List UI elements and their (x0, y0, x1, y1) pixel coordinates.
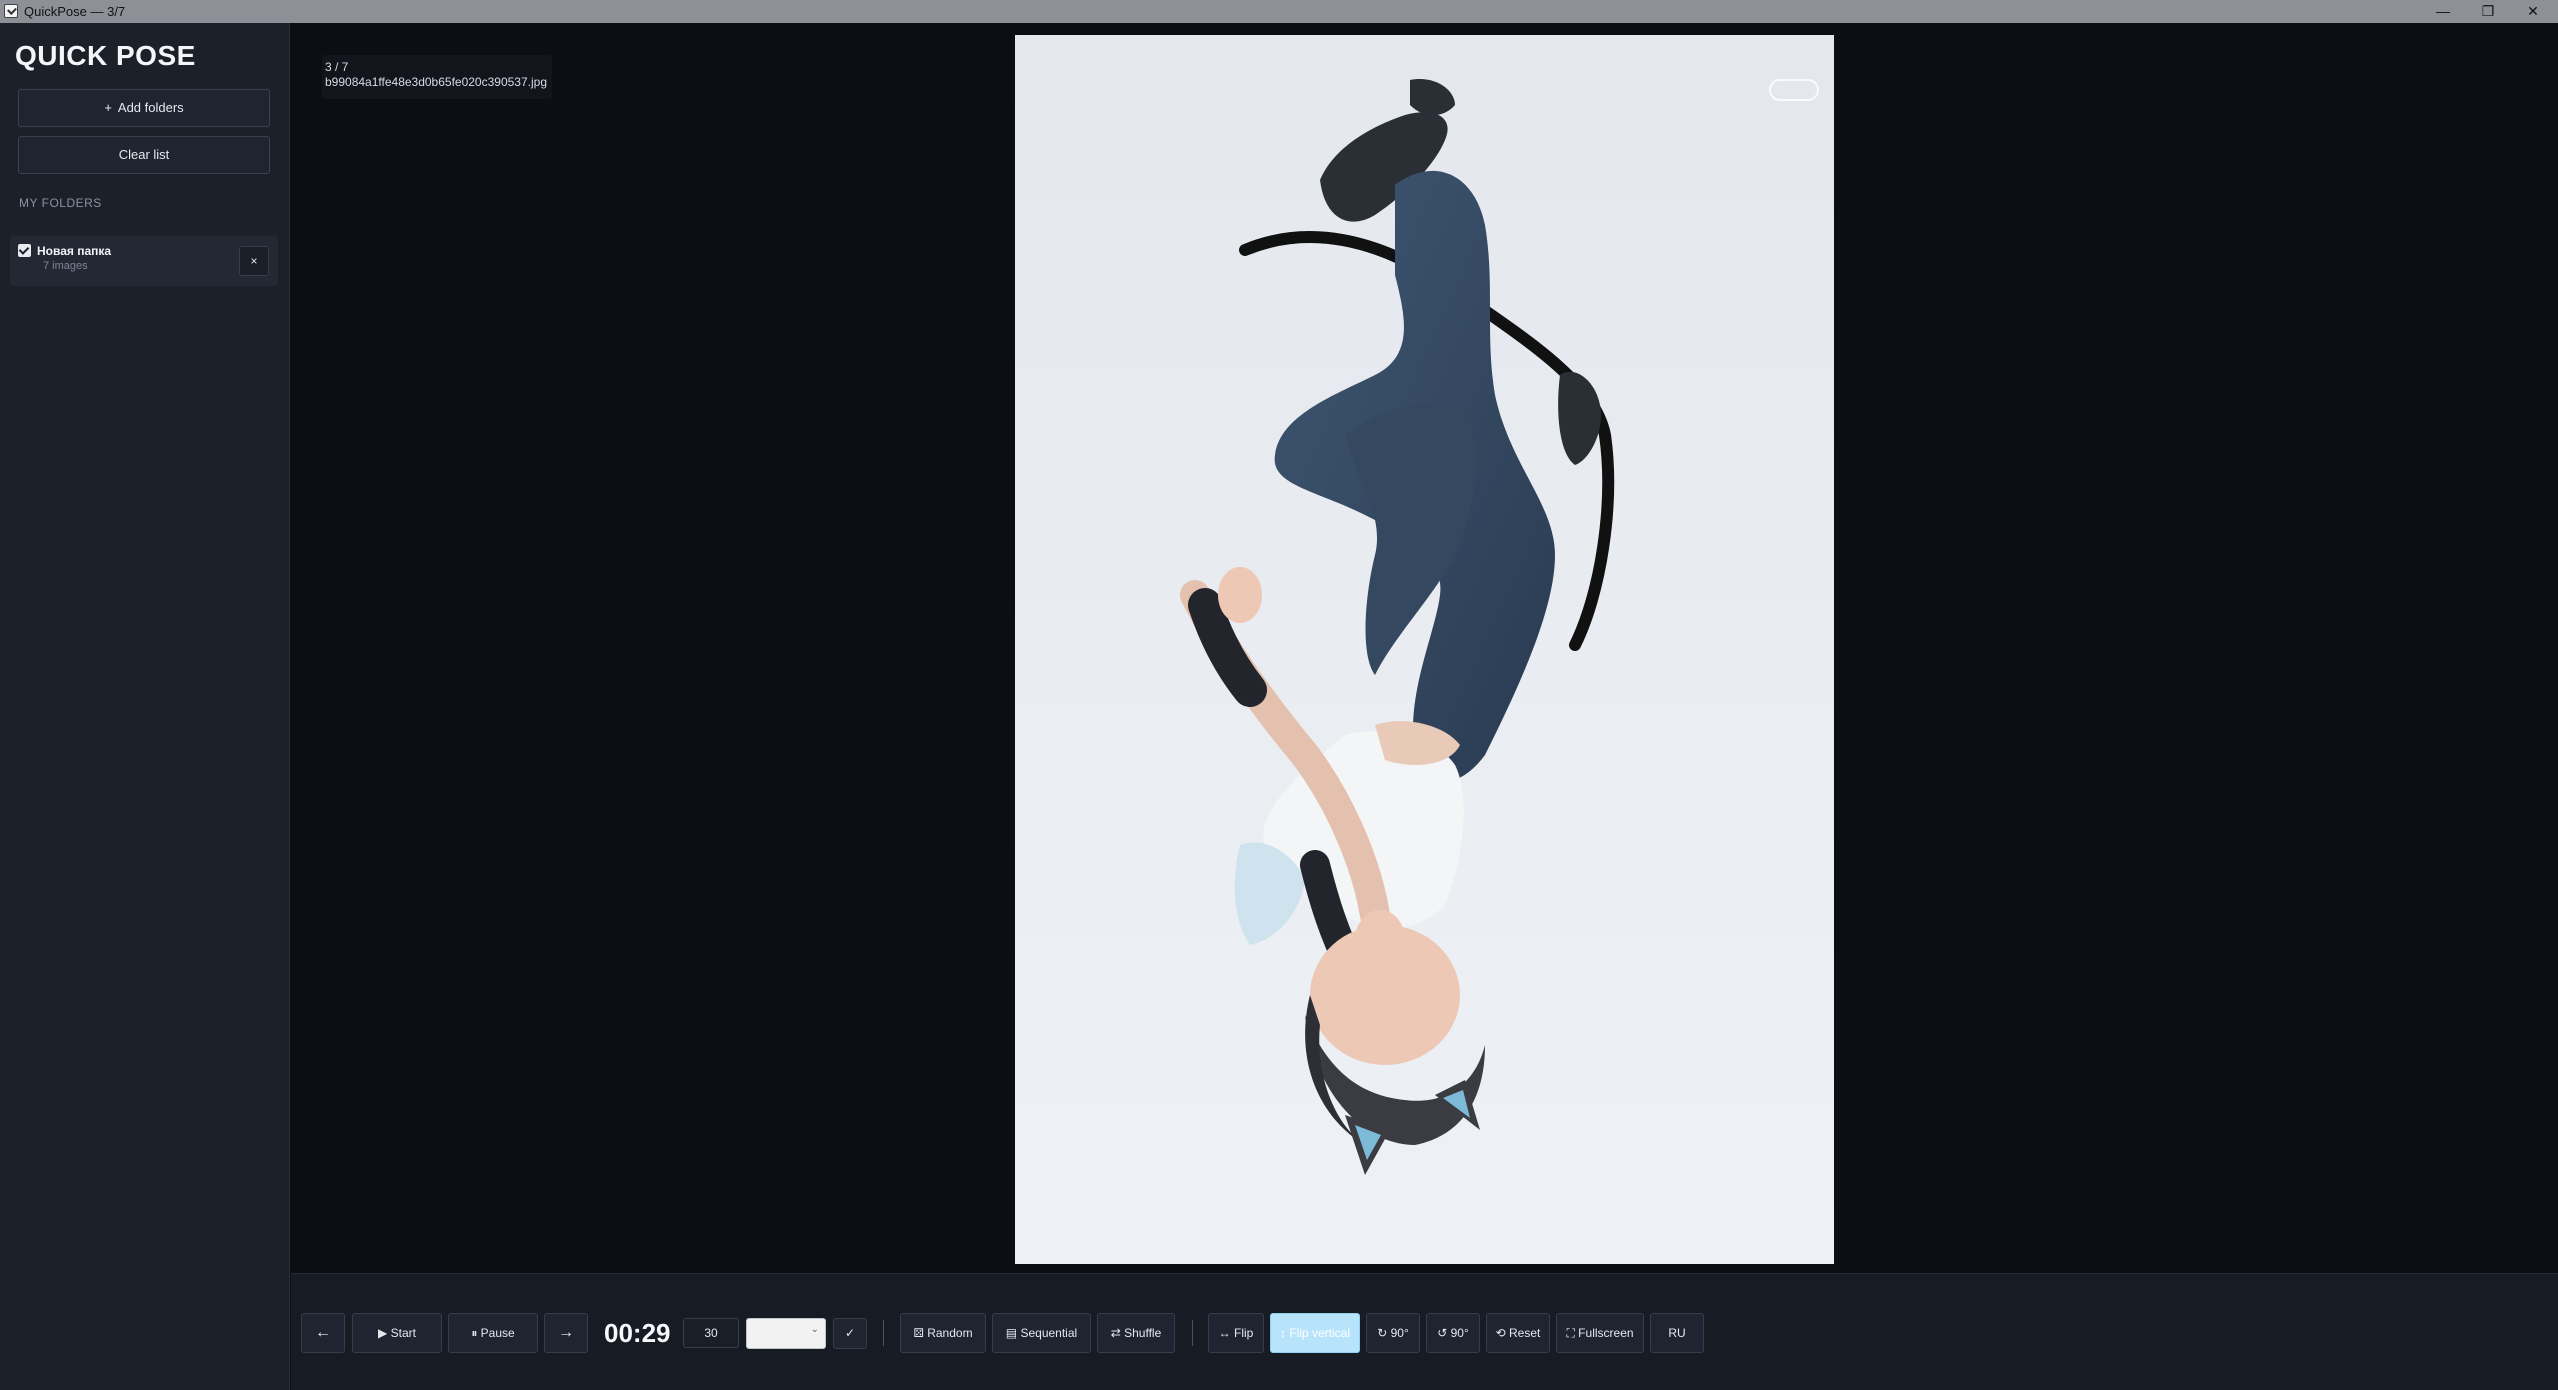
app-logo: QUICK POSE (15, 40, 196, 71)
toolbar-divider (1192, 1320, 1193, 1346)
remove-folder-button[interactable]: × (239, 246, 269, 276)
shuffle-label: Shuffle (1124, 1326, 1162, 1340)
flip-vertical-button[interactable]: ↕ Flip vertical (1270, 1313, 1360, 1353)
previous-image-button[interactable]: ← (301, 1313, 345, 1353)
sequential-mode-button[interactable]: ▤ Sequential (992, 1313, 1091, 1353)
my-folders-heading: MY FOLDERS (19, 196, 102, 210)
random-label: Random (927, 1326, 973, 1340)
shuffle-icon: ⇄ (1110, 1326, 1125, 1340)
chevron-down-icon: ⌄ (810, 1324, 819, 1335)
sequential-label: Sequential (1020, 1326, 1078, 1340)
interval-select[interactable]: ⌄ (746, 1318, 826, 1349)
language-toggle-button[interactable]: RU (1650, 1313, 1704, 1353)
image-counter: 3 / 7 (325, 60, 349, 74)
rotate-counterclockwise-button[interactable]: ↺ 90° (1426, 1313, 1480, 1353)
next-image-button[interactable]: → (544, 1313, 588, 1353)
folder-list-item[interactable]: Новая папка 7 images × (10, 236, 278, 286)
clear-list-button[interactable]: Clear list (18, 136, 270, 174)
dice-icon: ⚄ (913, 1326, 928, 1340)
close-window-button[interactable]: ✕ (2510, 0, 2556, 23)
add-folders-button[interactable]: + Add folders (18, 89, 270, 127)
start-button[interactable]: ▶ Start (352, 1313, 442, 1353)
add-folders-label: Add folders (117, 100, 184, 115)
rotate-clockwise-button[interactable]: ↻ 90° (1366, 1313, 1420, 1353)
list-icon: ▤ (1005, 1326, 1021, 1340)
countdown-timer: 00:29 (604, 1318, 671, 1348)
folder-image-count: 7 images (43, 260, 88, 272)
reference-photo-image (1015, 35, 1834, 1264)
plus-icon: + (104, 100, 112, 115)
sidebar: QUICK POSE + Add folders Clear list MY FO… (0, 23, 290, 1390)
random-mode-button[interactable]: ⚄ Random (900, 1313, 986, 1353)
reference-photo (1015, 35, 1834, 1264)
seconds-input[interactable]: 30 (683, 1318, 739, 1348)
pause-button[interactable]: ⏸ Pause (448, 1313, 538, 1353)
maximize-button[interactable]: ❐ (2465, 0, 2511, 23)
minimize-button[interactable]: — (2420, 0, 2466, 23)
window-title: QuickPose — 3/7 (24, 4, 126, 19)
shuffle-button[interactable]: ⇄ Shuffle (1097, 1313, 1175, 1353)
image-filename: b99084a1ffe48e3d0b65fe020c390537.jpg (325, 75, 547, 89)
flip-horizontal-button[interactable]: ↔ Flip (1208, 1313, 1264, 1353)
toolbar-divider (883, 1320, 884, 1346)
folder-name: Новая папка (37, 244, 112, 258)
fullscreen-button[interactable]: ⛶ Fullscreen (1556, 1313, 1644, 1353)
reset-button[interactable]: ⟲ Reset (1486, 1313, 1550, 1353)
window-titlebar: QuickPose — 3/7 — ❐ ✕ (0, 0, 2558, 23)
folder-checkbox[interactable] (18, 244, 31, 257)
apply-seconds-button[interactable]: ✓ (833, 1318, 867, 1349)
app-icon (4, 4, 18, 18)
